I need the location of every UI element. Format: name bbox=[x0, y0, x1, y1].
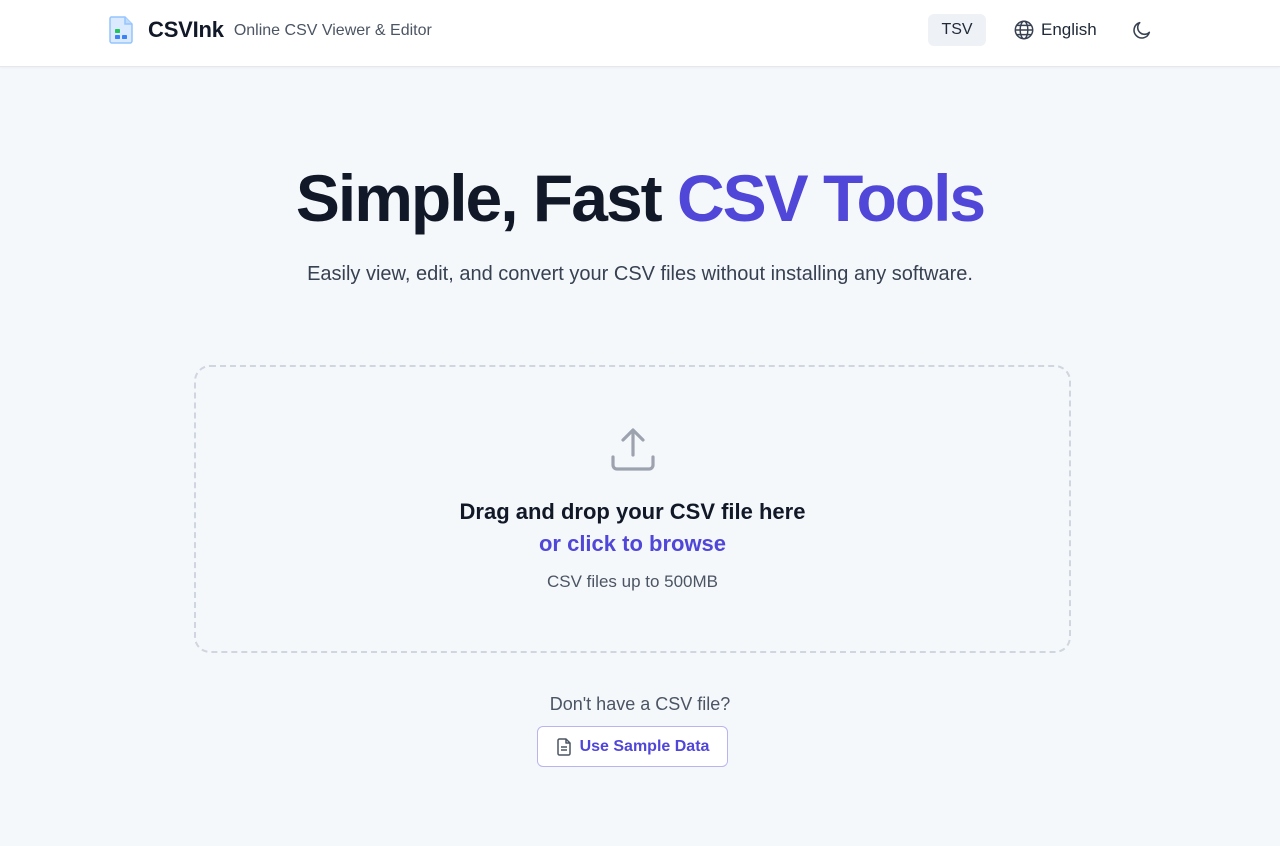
upload-icon bbox=[611, 428, 655, 471]
sample-question: Don't have a CSV file? bbox=[549, 694, 731, 714]
top-nav-bar: CSVInk Online CSV Viewer & Editor TSV En… bbox=[0, 0, 1280, 67]
hero-title-accent: CSV Tools bbox=[676, 161, 986, 235]
theme-toggle-button[interactable] bbox=[1129, 17, 1155, 43]
brand-name: CSVInk bbox=[148, 17, 224, 42]
moon-icon bbox=[1133, 21, 1151, 39]
brand-tagline: Online CSV Viewer & Editor bbox=[233, 21, 432, 39]
hero-title-main: Simple, Fast bbox=[295, 161, 677, 235]
brand[interactable]: CSVInk Online CSV Viewer & Editor bbox=[108, 16, 432, 44]
use-sample-data-button[interactable]: Use Sample Data bbox=[537, 726, 728, 767]
tsv-button[interactable]: TSV bbox=[928, 14, 986, 46]
hero-subtitle: Easily view, edit, and convert your CSV … bbox=[307, 263, 973, 285]
globe-icon bbox=[1014, 20, 1034, 40]
browse-link[interactable]: or click to browse bbox=[196, 529, 1069, 559]
dropzone-title: Drag and drop your CSV file here bbox=[459, 499, 806, 524]
language-selector[interactable]: English bbox=[1013, 14, 1097, 46]
document-icon bbox=[556, 737, 571, 756]
use-sample-data-label: Use Sample Data bbox=[579, 737, 710, 755]
language-label: English bbox=[1041, 20, 1097, 39]
hero-title: Simple, Fast CSV Tools bbox=[0, 158, 1280, 238]
dropzone-hint: CSV files up to 500MB bbox=[546, 572, 719, 591]
file-dropzone[interactable]: Drag and drop your CSV file here or clic… bbox=[194, 365, 1071, 653]
csv-file-logo-icon bbox=[109, 16, 133, 44]
